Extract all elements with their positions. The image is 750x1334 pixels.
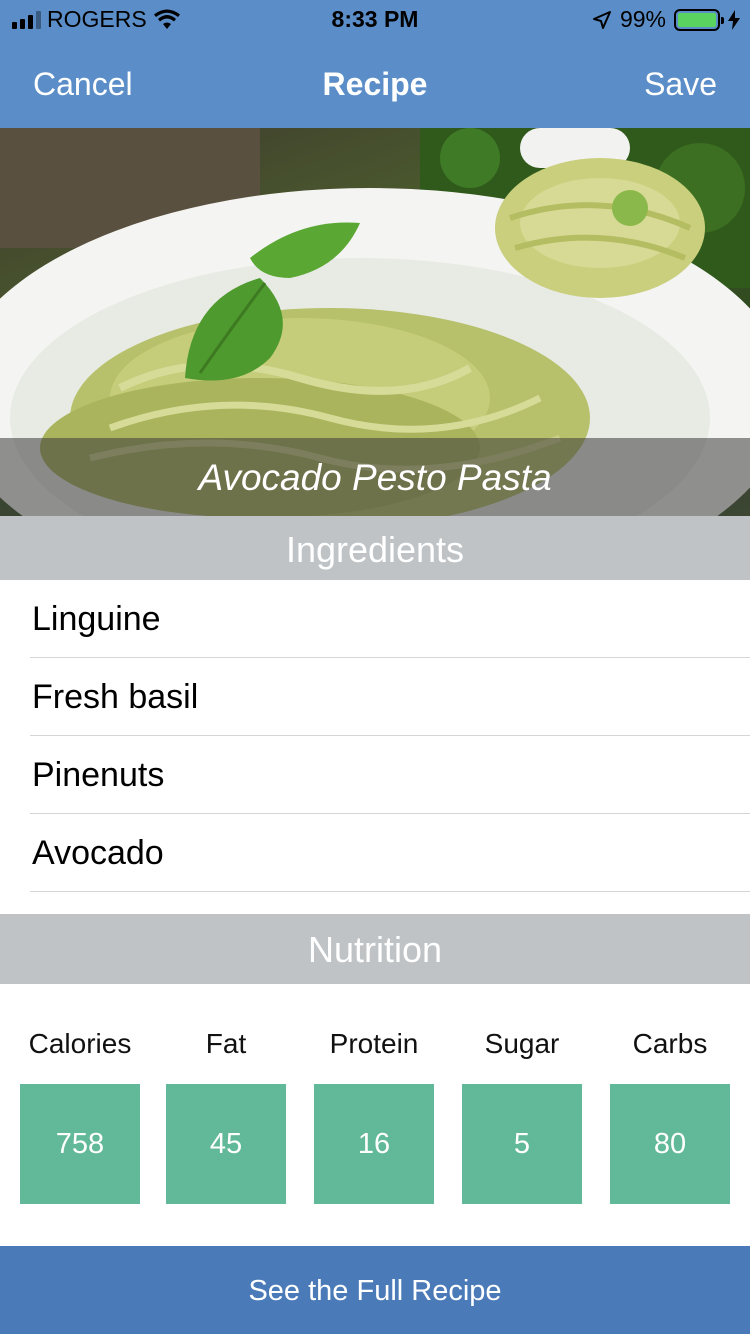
list-item[interactable]: Linguine bbox=[30, 580, 750, 658]
top-bar: ROGERS 8:33 PM 99% Cancel Recipe Save bbox=[0, 0, 750, 128]
location-arrow-icon bbox=[592, 10, 611, 29]
save-button[interactable]: Save bbox=[644, 66, 717, 103]
ingredient-label: Pinenuts bbox=[32, 756, 165, 794]
nutrition-value-tile: 16 bbox=[314, 1084, 434, 1204]
ingredients-header: Ingredients bbox=[0, 516, 750, 580]
status-right: 99% bbox=[592, 6, 740, 33]
ingredients-list: Linguine Fresh basil Pinenuts Avocado bbox=[0, 580, 750, 892]
nutrition-value-tile: 758 bbox=[20, 1084, 140, 1204]
ingredient-label: Avocado bbox=[32, 834, 164, 872]
ingredient-label: Linguine bbox=[32, 600, 161, 638]
nutrition-value-tile: 5 bbox=[462, 1084, 582, 1204]
nutrition-panel: Calories 758 Fat 45 Protein 16 Sugar 5 C… bbox=[0, 984, 750, 1246]
nutrition-label: Fat bbox=[205, 1028, 247, 1059]
ingredient-label: Fresh basil bbox=[32, 678, 199, 716]
see-full-recipe-button[interactable]: See the Full Recipe bbox=[0, 1246, 750, 1334]
recipe-title: Avocado Pesto Pasta bbox=[0, 438, 750, 516]
navigation-bar: Cancel Recipe Save bbox=[0, 40, 750, 128]
battery-percent: 99% bbox=[619, 6, 666, 32]
nutrition-label: Calories bbox=[28, 1028, 132, 1059]
list-item[interactable]: Fresh basil bbox=[30, 658, 750, 736]
list-item[interactable]: Pinenuts bbox=[30, 736, 750, 814]
status-bar: ROGERS 8:33 PM 99% bbox=[0, 0, 750, 40]
recipe-screen: ROGERS 8:33 PM 99% Cancel Recipe Save Av… bbox=[0, 0, 750, 1334]
page-title: Recipe bbox=[322, 66, 428, 102]
recipe-photo: Avocado Pesto Pasta bbox=[0, 128, 750, 516]
charging-bolt-icon bbox=[728, 9, 740, 30]
nutrition-value-tile: 80 bbox=[610, 1084, 730, 1204]
nutrition-label: Carbs bbox=[632, 1028, 708, 1059]
nutrition-header: Nutrition bbox=[0, 914, 750, 984]
battery-icon bbox=[674, 8, 724, 31]
nutrition-label: Protein bbox=[329, 1028, 419, 1059]
list-item[interactable]: Avocado bbox=[30, 814, 750, 892]
nutrition-value-tile: 45 bbox=[166, 1084, 286, 1204]
nutrition-label: Sugar bbox=[484, 1028, 560, 1059]
